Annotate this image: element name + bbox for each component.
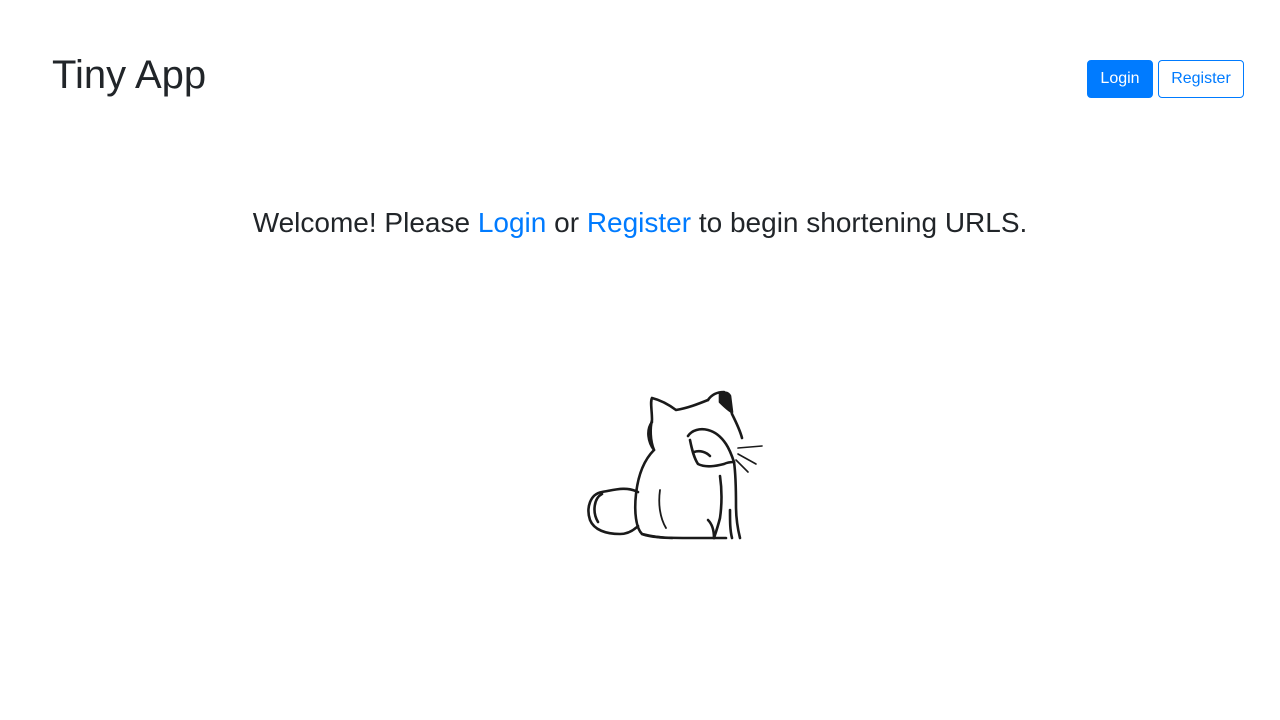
- welcome-message: Welcome! Please Login or Register to beg…: [0, 203, 1280, 243]
- or-text: or: [546, 207, 587, 238]
- welcome-prefix-text: Welcome! Please: [252, 207, 478, 238]
- login-link[interactable]: Login: [478, 207, 547, 238]
- login-button[interactable]: Login: [1087, 60, 1153, 98]
- app-brand-title[interactable]: Tiny App: [52, 50, 206, 100]
- header-actions: Login Register: [1087, 60, 1244, 98]
- register-link[interactable]: Register: [587, 207, 691, 238]
- register-button[interactable]: Register: [1158, 60, 1244, 98]
- welcome-suffix-text: to begin shortening URLS.: [691, 207, 1028, 238]
- cat-illustration: [587, 390, 763, 540]
- page: Tiny App Login Register Welcome! Please …: [0, 0, 1280, 720]
